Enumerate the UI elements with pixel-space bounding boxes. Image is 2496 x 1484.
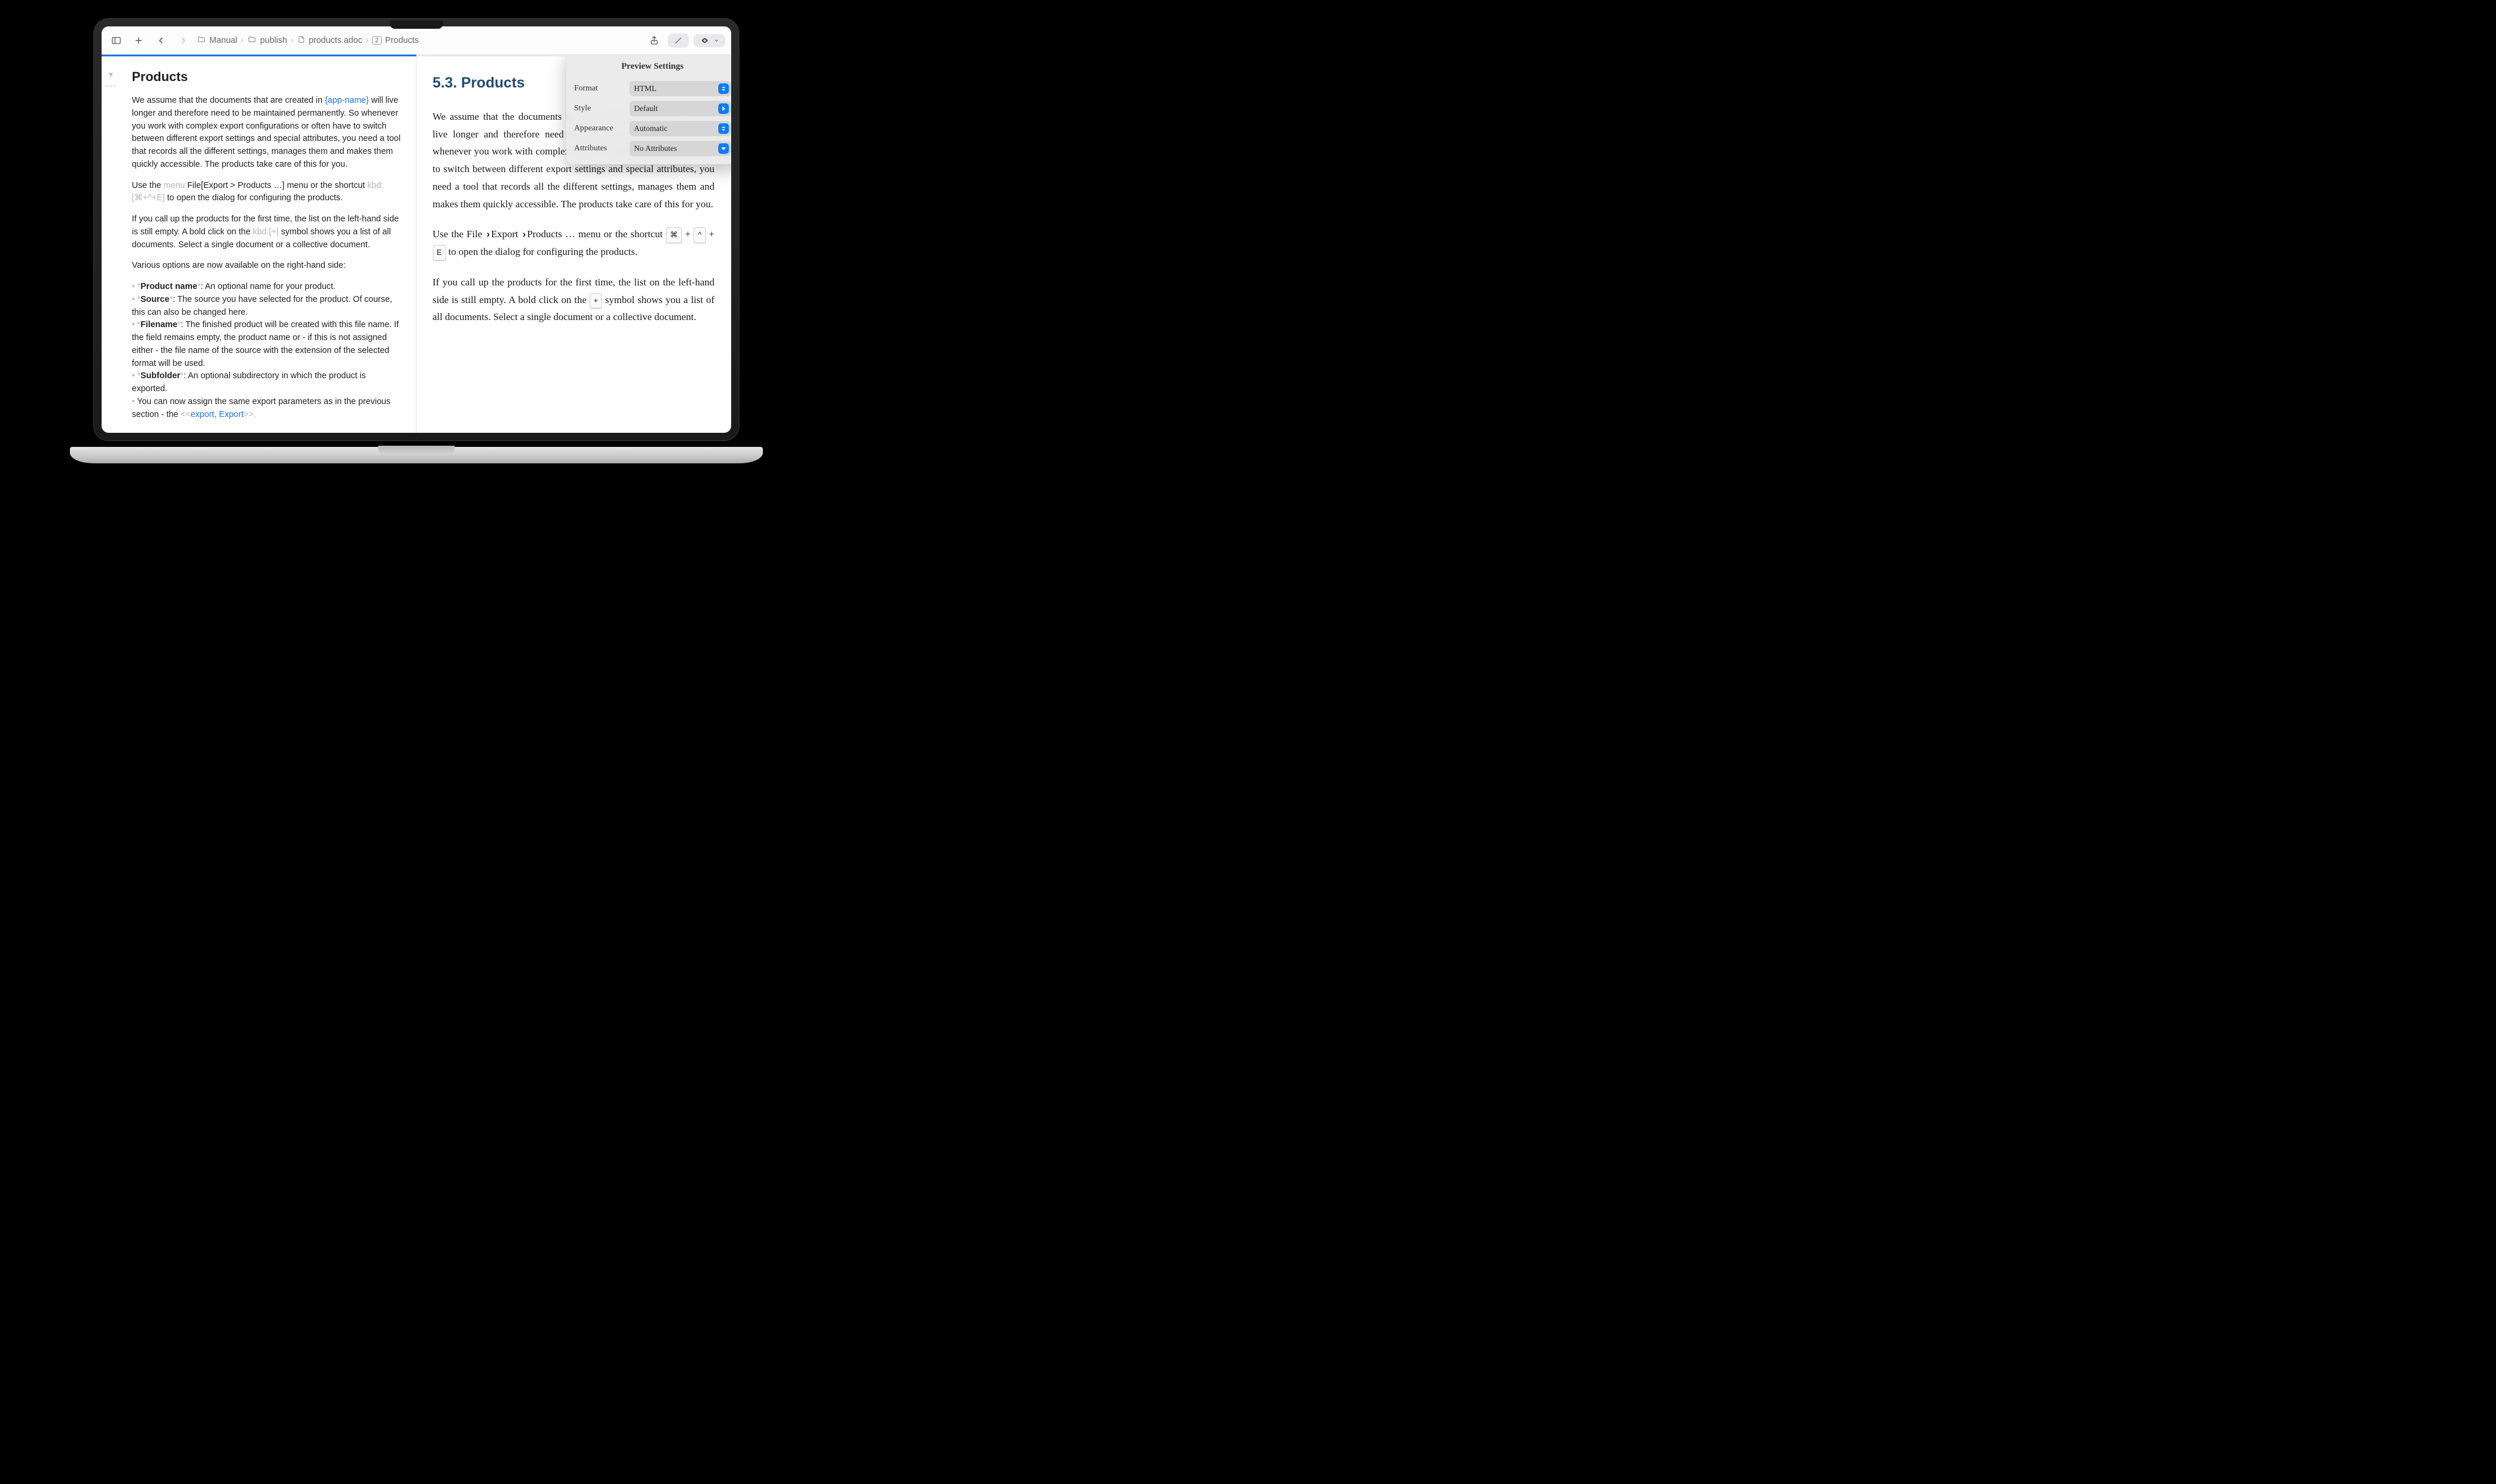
preview-paragraph: Use the File ›Export ›Products … menu or… — [433, 226, 715, 261]
appearance-select[interactable]: Automatic — [630, 121, 731, 136]
edit-mode-button[interactable] — [668, 33, 689, 48]
preview-paragraph: If you call up the products for the firs… — [433, 274, 715, 326]
list-item: *Source*: The source you have selected f… — [132, 294, 402, 319]
document-icon — [297, 35, 305, 46]
chevron-right-icon — [718, 103, 729, 114]
add-icon[interactable] — [130, 32, 147, 49]
popover-label: Attributes — [574, 142, 625, 156]
heading-markup: === — [105, 82, 117, 91]
popover-title: Preview Settings — [574, 59, 731, 74]
editor-paragraph: We assume that the documents that are cr… — [132, 95, 402, 171]
nav-back-icon[interactable] — [152, 32, 170, 49]
kbd-key: ^ — [694, 227, 705, 243]
chevron-right-icon: › — [291, 36, 294, 45]
popover-row-style: Style Default — [574, 101, 731, 116]
chevron-down-icon — [714, 38, 719, 43]
laptop-mock: Manual › publish › products.adoc › 2 Pro… — [70, 18, 763, 476]
toggle-sidebar-icon[interactable] — [107, 32, 125, 49]
list-item: *Filename*: The finished product will be… — [132, 319, 402, 370]
style-select[interactable]: Default — [630, 101, 731, 116]
preview-settings-popover: Preview Settings Format HTML Sty — [566, 56, 731, 164]
editor-paragraph: If you call up the products for the firs… — [132, 213, 402, 251]
chevron-right-icon: › — [485, 228, 491, 240]
kbd-key: ⌘ — [666, 227, 682, 243]
popover-label: Format — [574, 82, 625, 96]
app-window: Manual › publish › products.adoc › 2 Pro… — [102, 26, 731, 433]
popover-row-format: Format HTML — [574, 81, 731, 96]
laptop-notch — [390, 21, 443, 29]
updown-caret-icon — [718, 83, 729, 94]
list-item: You can now assign the same export param… — [132, 396, 402, 422]
popover-row-attributes: Attributes No Attributes — [574, 141, 731, 156]
editor-gutter: ▼ === — [105, 69, 117, 91]
popover-label: Style — [574, 102, 625, 116]
breadcrumb-item[interactable]: publish — [260, 36, 287, 45]
nav-forward-icon[interactable] — [174, 32, 192, 49]
breadcrumb: Manual › publish › products.adoc › 2 Pro… — [197, 35, 419, 46]
breadcrumb-item[interactable]: Products — [385, 36, 419, 45]
updown-caret-icon — [718, 123, 729, 134]
chevron-right-icon: › — [366, 36, 369, 45]
folder-icon — [247, 35, 257, 46]
editor-pane[interactable]: ▼ === Products We assume that the docume… — [102, 56, 416, 433]
popover-row-appearance: Appearance Automatic — [574, 121, 731, 136]
attributes-select[interactable]: No Attributes — [630, 141, 731, 156]
attribute-reference: {app-name} — [325, 96, 369, 105]
share-icon[interactable] — [645, 32, 663, 49]
chevron-right-icon: › — [241, 36, 244, 45]
bullet-list: *Product name*: An optional name for you… — [132, 281, 402, 421]
fold-triangle-icon[interactable]: ▼ — [107, 69, 115, 80]
folder-icon — [197, 35, 206, 46]
editor-heading: Products — [132, 67, 402, 86]
toolbar: Manual › publish › products.adoc › 2 Pro… — [102, 26, 731, 55]
preview-mode-button[interactable] — [694, 34, 725, 47]
editor-paragraph: Various options are now available on the… — [132, 260, 402, 272]
cross-reference-link[interactable]: export, Export — [190, 410, 243, 419]
list-item: *Subfolder*: An optional subdirectory in… — [132, 370, 402, 396]
format-select[interactable]: HTML — [630, 81, 731, 96]
breadcrumb-item[interactable]: Manual — [210, 36, 238, 45]
list-item: *Product name*: An optional name for you… — [132, 281, 402, 294]
preview-pane: 5.3. Products We assume that the documen… — [416, 56, 731, 433]
chevron-down-icon — [718, 143, 729, 154]
laptop-base — [70, 447, 763, 476]
heading-level-badge: 2 — [372, 36, 382, 45]
kbd-key: E — [433, 245, 446, 261]
breadcrumb-item[interactable]: products.adoc — [309, 36, 362, 45]
popover-label: Appearance — [574, 122, 625, 136]
editor-paragraph: Use the menu:File[Export > Products …] m… — [132, 180, 402, 206]
kbd-key: + — [590, 293, 603, 309]
